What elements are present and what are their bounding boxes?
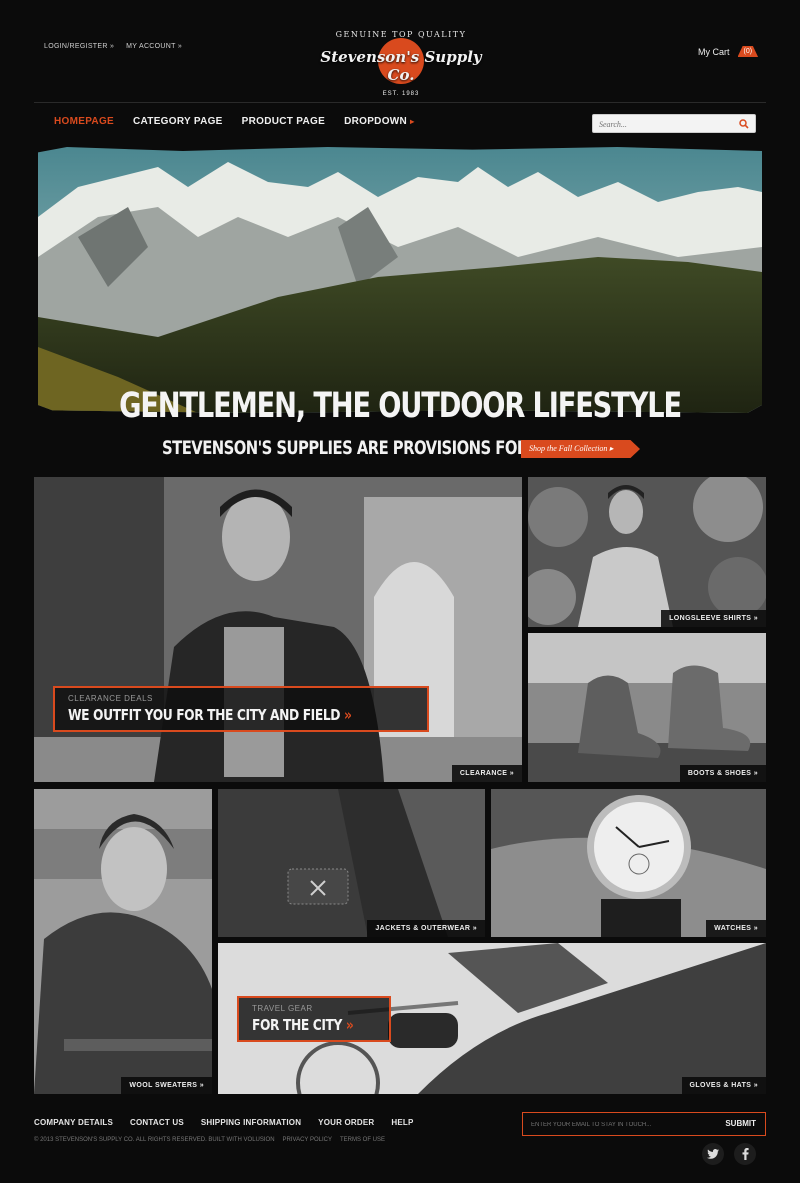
clearance-image — [34, 477, 522, 782]
watches-tile[interactable]: WATCHES » — [491, 789, 766, 937]
travel-promo-title-text: FOR THE CITY — [252, 1016, 342, 1034]
newsletter-form: SUBMIT — [522, 1112, 766, 1136]
nav-dropdown-label: DROPDOWN — [344, 116, 408, 127]
boots-shoes-link[interactable]: BOOTS & SHOES » — [679, 765, 766, 782]
jackets-outerwear-image — [218, 789, 485, 937]
footer-links: COMPANY DETAILS CONTACT US SHIPPING INFO… — [34, 1118, 414, 1127]
wool-sweaters-link[interactable]: WOOL SWEATERS » — [121, 1077, 212, 1094]
clearance-promo[interactable]: CLEARANCE DEALS WE OUTFIT YOU FOR THE CI… — [53, 686, 429, 732]
footer-link-shipping-information[interactable]: SHIPPING INFORMATION — [201, 1118, 301, 1127]
shop-fall-collection-button[interactable]: Shop the Fall Collection ▸ — [521, 440, 640, 458]
footer-link-your-order[interactable]: YOUR ORDER — [318, 1118, 374, 1127]
footer-link-help[interactable]: HELP — [391, 1118, 413, 1127]
clearance-promo-kicker: CLEARANCE DEALS — [68, 694, 153, 703]
logo-established: EST. 1983 — [382, 91, 420, 97]
logo-name: Stevenson's Supply Co. — [320, 48, 482, 84]
logo-tagline: GENUINE TOP QUALITY — [335, 30, 467, 39]
top-links: LOGIN/REGISTER » MY ACCOUNT » — [44, 43, 182, 50]
facebook-glyph — [742, 1148, 749, 1160]
site-logo[interactable]: GENUINE TOP QUALITY Stevenson's Supply C… — [312, 30, 490, 97]
header-divider — [34, 102, 766, 103]
boots-shoes-image — [528, 633, 766, 782]
cart-count-badge: (0) — [737, 46, 759, 57]
hero-headline: GENTLEMEN, THE OUTDOOR LIFESTYLE — [119, 386, 682, 426]
watches-link[interactable]: WATCHES » — [706, 920, 766, 937]
facebook-icon[interactable] — [734, 1143, 756, 1165]
newsletter-email-input[interactable] — [531, 1118, 711, 1131]
clearance-link[interactable]: CLEARANCE » — [451, 765, 522, 782]
twitter-glyph — [707, 1149, 719, 1159]
cart-link[interactable]: My Cart (0) — [698, 46, 759, 57]
wool-sweaters-image — [34, 789, 212, 1094]
nav-item-product-page[interactable]: PRODUCT PAGE — [242, 116, 325, 127]
clearance-promo-title: WE OUTFIT YOU FOR THE CITY AND FIELD » — [68, 706, 352, 724]
cart-label: My Cart — [698, 46, 730, 57]
travel-gear-promo[interactable]: TRAVEL GEAR FOR THE CITY » — [237, 996, 391, 1042]
wool-sweaters-tile[interactable]: WOOL SWEATERS » — [34, 789, 212, 1094]
newsletter-submit-button[interactable]: SUBMIT — [725, 1119, 756, 1128]
travel-promo-title: FOR THE CITY » — [252, 1016, 354, 1034]
copyright-text: © 2013 STEVENSON'S SUPPLY CO. ALL RIGHTS… — [34, 1137, 275, 1143]
footer-link-company-details[interactable]: COMPANY DETAILS — [34, 1118, 113, 1127]
terms-of-use-link[interactable]: TERMS OF USE — [340, 1137, 385, 1143]
longsleeve-shirts-tile[interactable]: LONGSLEEVE SHIRTS » — [528, 477, 766, 627]
gloves-hats-link[interactable]: GLOVES & HATS » — [681, 1077, 766, 1094]
hero-subheadline: STEVENSON'S SUPPLIES ARE PROVISIONS FOR … — [162, 437, 569, 459]
travel-promo-kicker: TRAVEL GEAR — [252, 1004, 313, 1013]
boots-shoes-tile[interactable]: BOOTS & SHOES » — [528, 633, 766, 782]
copyright-line: © 2013 STEVENSON'S SUPPLY CO. ALL RIGHTS… — [34, 1137, 385, 1143]
main-nav: HOMEPAGE CATEGORY PAGE PRODUCT PAGE DROP… — [54, 116, 414, 127]
double-chevron-icon: » — [345, 1016, 354, 1034]
privacy-policy-link[interactable]: PRIVACY POLICY — [283, 1137, 332, 1143]
longsleeve-shirts-link[interactable]: LONGSLEEVE SHIRTS » — [661, 610, 766, 627]
nav-item-dropdown[interactable]: DROPDOWN ▸ — [344, 116, 414, 127]
footer-link-contact-us[interactable]: CONTACT US — [130, 1118, 184, 1127]
jackets-outerwear-tile[interactable]: JACKETS & OUTERWEAR » — [218, 789, 485, 937]
watches-image — [491, 789, 766, 937]
clearance-tile[interactable]: CLEARANCE » CLEARANCE DEALS WE OUTFIT YO… — [34, 477, 522, 782]
double-chevron-icon: » — [343, 706, 352, 724]
twitter-icon[interactable] — [702, 1143, 724, 1165]
jackets-outerwear-link[interactable]: JACKETS & OUTERWEAR » — [367, 920, 485, 937]
nav-item-homepage[interactable]: HOMEPAGE — [54, 116, 114, 127]
login-register-link[interactable]: LOGIN/REGISTER » — [44, 43, 114, 50]
search-box — [592, 114, 756, 133]
my-account-link[interactable]: MY ACCOUNT » — [126, 43, 182, 50]
hero-banner-image — [38, 147, 762, 413]
search-input[interactable] — [599, 117, 729, 131]
nav-item-category-page[interactable]: CATEGORY PAGE — [133, 116, 223, 127]
gloves-hats-tile[interactable]: GLOVES & HATS » TRAVEL GEAR FOR THE CITY… — [218, 943, 766, 1094]
chevron-right-icon: ▸ — [410, 117, 415, 126]
search-icon[interactable] — [739, 119, 749, 129]
longsleeve-shirts-image — [528, 477, 766, 627]
clearance-promo-title-text: WE OUTFIT YOU FOR THE CITY AND FIELD — [68, 706, 341, 724]
